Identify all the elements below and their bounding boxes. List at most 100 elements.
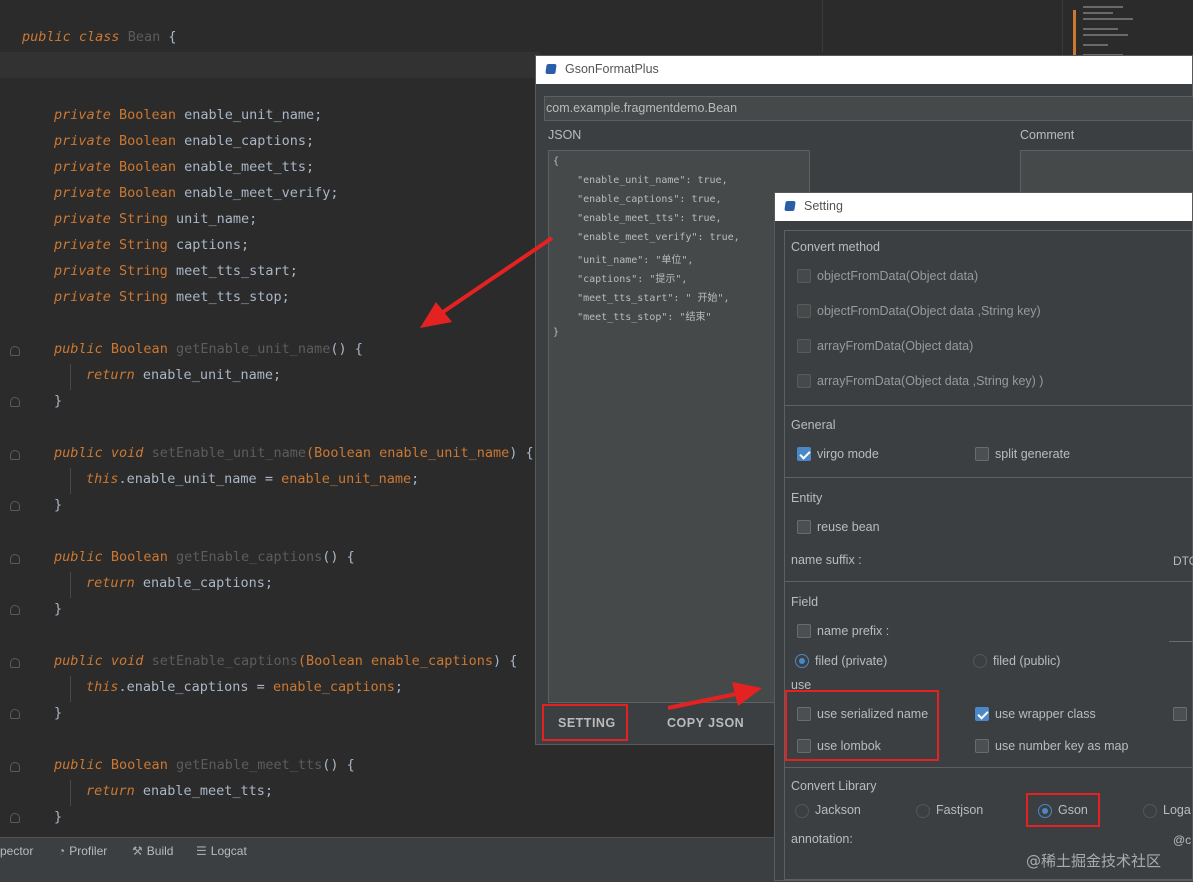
- jackson-radio[interactable]: [795, 804, 809, 818]
- field-public-radio[interactable]: [973, 654, 987, 668]
- dialog-titlebar[interactable]: Setting: [775, 193, 1192, 221]
- current-line-highlight: [0, 52, 540, 78]
- method-close-brace: }: [54, 705, 63, 721]
- copy-json-button[interactable]: COPY JSON: [667, 716, 744, 730]
- logcat-icon: ☰: [196, 844, 207, 858]
- indent-guide: [70, 572, 71, 598]
- dialog-title: Setting: [804, 199, 843, 213]
- virgo-mode-checkbox[interactable]: [797, 447, 811, 461]
- json-line: "meet_tts_start": " 开始",: [553, 293, 730, 304]
- tab-label: pector: [0, 844, 34, 858]
- toolbar-tab-inspector[interactable]: pector: [0, 844, 33, 858]
- json-line: "enable_meet_tts": true,: [553, 213, 722, 224]
- checkbox-objectfromdata[interactable]: [797, 269, 811, 283]
- fold-icon[interactable]: [10, 397, 20, 407]
- annotation-label: annotation:: [791, 832, 853, 846]
- field-line: private String meet_tts_start;: [54, 263, 298, 279]
- name-suffix-input[interactable]: DTO: [1173, 554, 1193, 568]
- fold-icon[interactable]: [10, 605, 20, 615]
- editor-right-margin: [822, 0, 823, 52]
- class-name-input[interactable]: com.example.fragmentdemo.Bean: [544, 96, 1193, 121]
- field-private-radio[interactable]: [795, 654, 809, 668]
- toolbar-tab-logcat[interactable]: ☰ Logcat: [196, 844, 247, 858]
- annotation-input[interactable]: @c: [1173, 833, 1193, 847]
- setting-dialog: Setting Convert method objectFromData(Ob…: [774, 192, 1193, 881]
- dialog-titlebar[interactable]: GsonFormatPlus: [536, 56, 1192, 84]
- name-prefix-checkbox[interactable]: [797, 624, 811, 638]
- option-label: arrayFromData(Object data ,String key) ): [817, 374, 1044, 388]
- fold-icon[interactable]: [10, 762, 20, 772]
- json-textarea[interactable]: { "enable_unit_name": true, "enable_capt…: [548, 150, 810, 703]
- checkbox-objectfromdata-key[interactable]: [797, 304, 811, 318]
- use-wrapper-class-label: use wrapper class: [995, 707, 1096, 721]
- plugin-icon: [545, 64, 557, 74]
- plugin-icon: [784, 201, 796, 211]
- fastjson-label: Fastjson: [936, 803, 984, 817]
- checkbox-arrayfromdata[interactable]: [797, 339, 811, 353]
- fold-icon[interactable]: [10, 709, 20, 719]
- option-label: objectFromData(Object data ,String key): [817, 304, 1041, 318]
- field-line: private Boolean enable_unit_name;: [54, 107, 323, 123]
- jackson-label: Jackson: [815, 803, 861, 817]
- field-private-label: filed (private): [815, 654, 888, 668]
- method-signature: public Boolean getEnable_captions() {: [54, 549, 355, 565]
- method-signature: public void setEnable_unit_name(Boolean …: [54, 445, 534, 461]
- method-close-brace: }: [54, 393, 63, 409]
- indent-guide: [70, 676, 71, 702]
- json-label: JSON: [548, 128, 582, 142]
- fold-icon[interactable]: [10, 554, 20, 564]
- field-label: Field: [791, 595, 819, 609]
- name-prefix-input[interactable]: [1169, 641, 1193, 642]
- reuse-bean-label: reuse bean: [817, 520, 880, 534]
- json-line: "enable_captions": true,: [553, 194, 722, 205]
- convert-library-label: Convert Library: [791, 779, 877, 793]
- tab-label: Profiler: [69, 844, 108, 858]
- method-signature: public Boolean getEnable_meet_tts() {: [54, 757, 355, 773]
- toolbar-tab-profiler[interactable]: ◔ Profiler: [58, 844, 107, 858]
- method-body-line: this.enable_captions = enable_captions;: [86, 679, 404, 695]
- field-line: private String meet_tts_stop;: [54, 289, 290, 305]
- method-close-brace: }: [54, 809, 63, 825]
- highlight-box: [542, 704, 628, 741]
- general-label: General: [791, 418, 836, 432]
- class-declaration: public class Bean {: [22, 29, 177, 45]
- fastjson-radio[interactable]: [916, 804, 930, 818]
- comment-label: Comment: [1020, 128, 1075, 142]
- fold-icon[interactable]: [10, 501, 20, 511]
- minimap-line: [1083, 18, 1133, 20]
- fold-icon[interactable]: [10, 813, 20, 823]
- toolbar-tab-build[interactable]: ⚒ Build: [132, 844, 173, 858]
- checkbox-arrayfromdata-key[interactable]: [797, 374, 811, 388]
- method-close-brace: }: [54, 497, 63, 513]
- minimap-line: [1083, 6, 1123, 8]
- convert-method-label: Convert method: [791, 240, 880, 254]
- json-line: }: [553, 327, 560, 338]
- option-label: objectFromData(Object data): [817, 269, 979, 283]
- indent-guide: [70, 364, 71, 390]
- method-body-line: return enable_unit_name;: [86, 367, 282, 383]
- use-wrapper-class-checkbox[interactable]: [975, 707, 989, 721]
- minimap-line: [1083, 28, 1118, 30]
- json-line: "unit_name": "单位",: [553, 255, 694, 266]
- method-close-brace: }: [54, 601, 63, 617]
- highlight-box: [785, 690, 939, 761]
- field-public-label: filed (public): [993, 654, 1061, 668]
- fold-icon[interactable]: [10, 346, 20, 356]
- fold-icon[interactable]: [10, 450, 20, 460]
- use-number-key-checkbox[interactable]: [975, 739, 989, 753]
- reuse-bean-checkbox[interactable]: [797, 520, 811, 534]
- dialog-title: GsonFormatPlus: [565, 62, 659, 76]
- watermark: @稀土掘金技术社区: [1026, 852, 1162, 870]
- virgo-mode-label: virgo mode: [817, 447, 879, 461]
- split-generate-checkbox[interactable]: [975, 447, 989, 461]
- field-line: private Boolean enable_captions;: [54, 133, 315, 149]
- hammer-icon: ⚒: [132, 844, 143, 858]
- use-extra-checkbox[interactable]: [1173, 707, 1187, 721]
- section-divider: [784, 477, 1193, 478]
- method-body-line: return enable_meet_tts;: [86, 783, 273, 799]
- fold-icon[interactable]: [10, 658, 20, 668]
- minimap-line: [1083, 44, 1108, 46]
- json-line: "captions": "提示",: [553, 274, 688, 285]
- logan-radio[interactable]: [1143, 804, 1157, 818]
- field-line: private String captions;: [54, 237, 250, 253]
